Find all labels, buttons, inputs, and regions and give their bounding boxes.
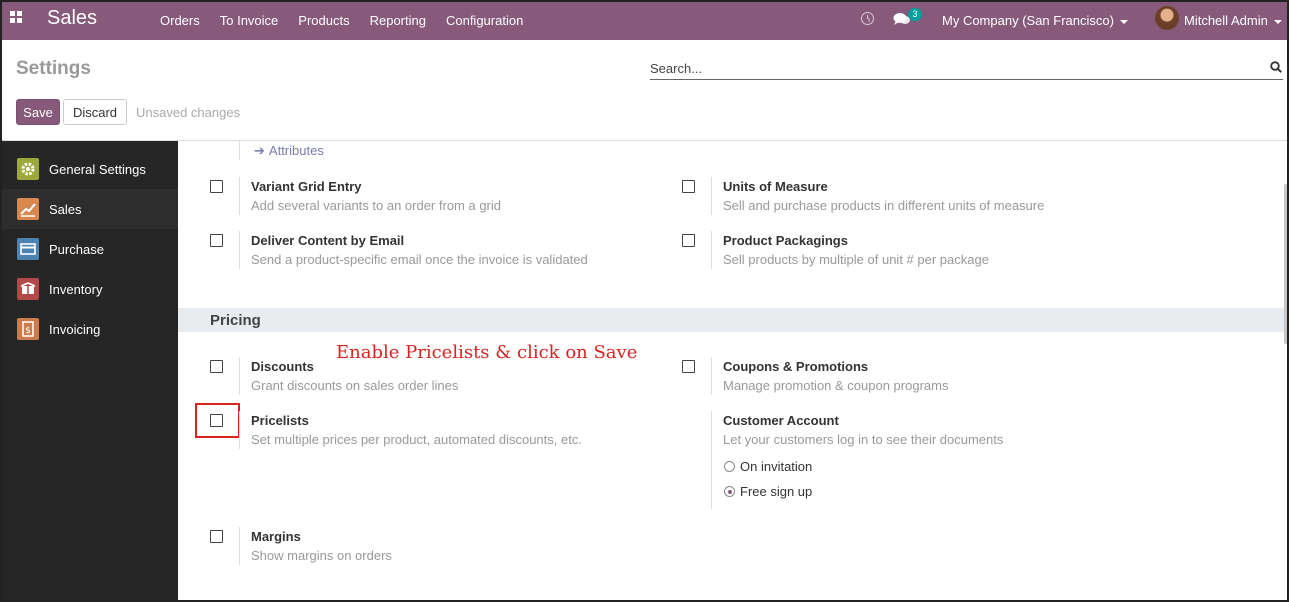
divider	[239, 527, 240, 565]
avatar[interactable]	[1155, 6, 1179, 30]
search-input[interactable]	[650, 57, 1283, 80]
attributes-link[interactable]: ➔ Attributes	[254, 143, 324, 159]
divider	[711, 231, 712, 269]
option-desc: Manage promotion & coupon programs	[723, 378, 949, 393]
instruction-annotation: Enable Pricelists & click on Save	[336, 342, 638, 363]
chevron-down-icon	[1119, 19, 1128, 24]
option-desc: Add several variants to an order from a …	[251, 198, 502, 213]
user-name: Mitchell Admin	[1184, 13, 1268, 28]
sidebar-item-label: General Settings	[49, 162, 146, 177]
divider	[239, 357, 240, 395]
app-name[interactable]: Sales	[47, 7, 97, 30]
menu-products[interactable]: Products	[298, 13, 349, 28]
sidebar-item-label: Inventory	[49, 282, 103, 297]
option-desc: Sell and purchase products in different …	[723, 198, 1045, 213]
option-title: Product Packagings	[723, 233, 848, 248]
option-title: Variant Grid Entry	[251, 179, 362, 194]
scrollbar[interactable]	[1284, 184, 1287, 344]
activity-clock-icon[interactable]	[861, 12, 874, 25]
divider	[239, 411, 240, 449]
apps-menu-icon[interactable]	[10, 11, 24, 25]
option-title: Customer Account	[723, 413, 839, 428]
settings-sidebar: General Settings Sales Purchase Inventor…	[2, 141, 178, 600]
menu-configuration[interactable]: Configuration	[446, 13, 523, 28]
coupons-checkbox[interactable]	[682, 360, 695, 373]
margins-checkbox[interactable]	[210, 530, 223, 543]
svg-text:$: $	[25, 326, 31, 336]
divider	[239, 141, 240, 160]
option-title: Discounts	[251, 359, 314, 374]
dollar-doc-icon: $	[17, 318, 39, 340]
divider	[711, 177, 712, 215]
card-icon	[17, 238, 39, 260]
option-title: Margins	[251, 529, 301, 544]
discounts-checkbox[interactable]	[210, 360, 223, 373]
top-navbar: Sales Orders To Invoice Products Reporti…	[2, 0, 1287, 40]
page-title: Settings	[16, 58, 91, 79]
divider	[239, 177, 240, 215]
chevron-down-icon	[1273, 19, 1282, 24]
option-desc: Show margins on orders	[251, 548, 392, 563]
chat-badge: 3	[908, 8, 922, 21]
pricing-section-header: Pricing	[178, 308, 1284, 332]
product-packagings-checkbox[interactable]	[682, 234, 695, 247]
box-icon	[17, 278, 39, 300]
menu-to-invoice[interactable]: To Invoice	[220, 13, 279, 28]
divider	[239, 231, 240, 269]
option-desc: Send a product-specific email once the i…	[251, 252, 588, 267]
radio-label: On invitation	[740, 459, 813, 474]
save-button[interactable]: Save	[16, 99, 60, 125]
menu-orders[interactable]: Orders	[160, 13, 200, 28]
option-desc: Let your customers log in to see their d…	[723, 432, 1004, 447]
section-title: Pricing	[210, 312, 261, 329]
user-menu[interactable]: Mitchell Admin	[1184, 13, 1282, 28]
search-icon[interactable]	[1270, 61, 1282, 73]
pricelists-checkbox[interactable]	[210, 414, 223, 427]
company-name: My Company (San Francisco)	[942, 13, 1114, 28]
app-window: Sales Orders To Invoice Products Reporti…	[0, 0, 1289, 602]
option-title: Pricelists	[251, 413, 309, 428]
sidebar-item-label: Purchase	[49, 242, 104, 257]
free-signup-radio[interactable]	[724, 486, 735, 497]
sidebar-item-purchase[interactable]: Purchase	[2, 229, 178, 269]
sidebar-item-label: Sales	[49, 202, 82, 217]
sidebar-item-invoicing[interactable]: $ Invoicing	[2, 309, 178, 349]
sidebar-item-inventory[interactable]: Inventory	[2, 269, 178, 309]
units-of-measure-checkbox[interactable]	[682, 180, 695, 193]
deliver-content-checkbox[interactable]	[210, 234, 223, 247]
option-desc: Sell products by multiple of unit # per …	[723, 252, 989, 267]
arrow-right-icon: ➔	[254, 143, 265, 158]
option-desc: Grant discounts on sales order lines	[251, 378, 459, 393]
radio-label: Free sign up	[740, 484, 813, 499]
gear-icon	[17, 158, 39, 180]
sidebar-item-label: Invoicing	[49, 322, 101, 337]
discard-button[interactable]: Discard	[63, 99, 127, 125]
divider	[711, 411, 712, 509]
option-title: Units of Measure	[723, 179, 828, 194]
option-desc: Set multiple prices per product, automat…	[251, 432, 582, 447]
unsaved-status: Unsaved changes	[136, 105, 241, 120]
attributes-link-label: Attributes	[268, 143, 324, 158]
control-panel: Settings Save Discard Unsaved changes	[2, 40, 1287, 141]
chart-icon	[17, 198, 39, 220]
on-invitation-radio[interactable]	[724, 461, 735, 472]
variant-grid-checkbox[interactable]	[210, 180, 223, 193]
main-menu: Orders To Invoice Products Reporting Con…	[160, 13, 543, 28]
company-switcher[interactable]: My Company (San Francisco)	[942, 13, 1128, 28]
menu-reporting[interactable]: Reporting	[370, 13, 426, 28]
sidebar-item-general-settings[interactable]: General Settings	[2, 149, 178, 189]
option-title: Deliver Content by Email	[251, 233, 405, 248]
option-title: Coupons & Promotions	[723, 359, 869, 374]
sidebar-item-sales[interactable]: Sales	[2, 189, 178, 229]
settings-content: ➔ Attributes Variant Grid Entry Add sever…	[178, 141, 1287, 600]
divider	[711, 357, 712, 395]
